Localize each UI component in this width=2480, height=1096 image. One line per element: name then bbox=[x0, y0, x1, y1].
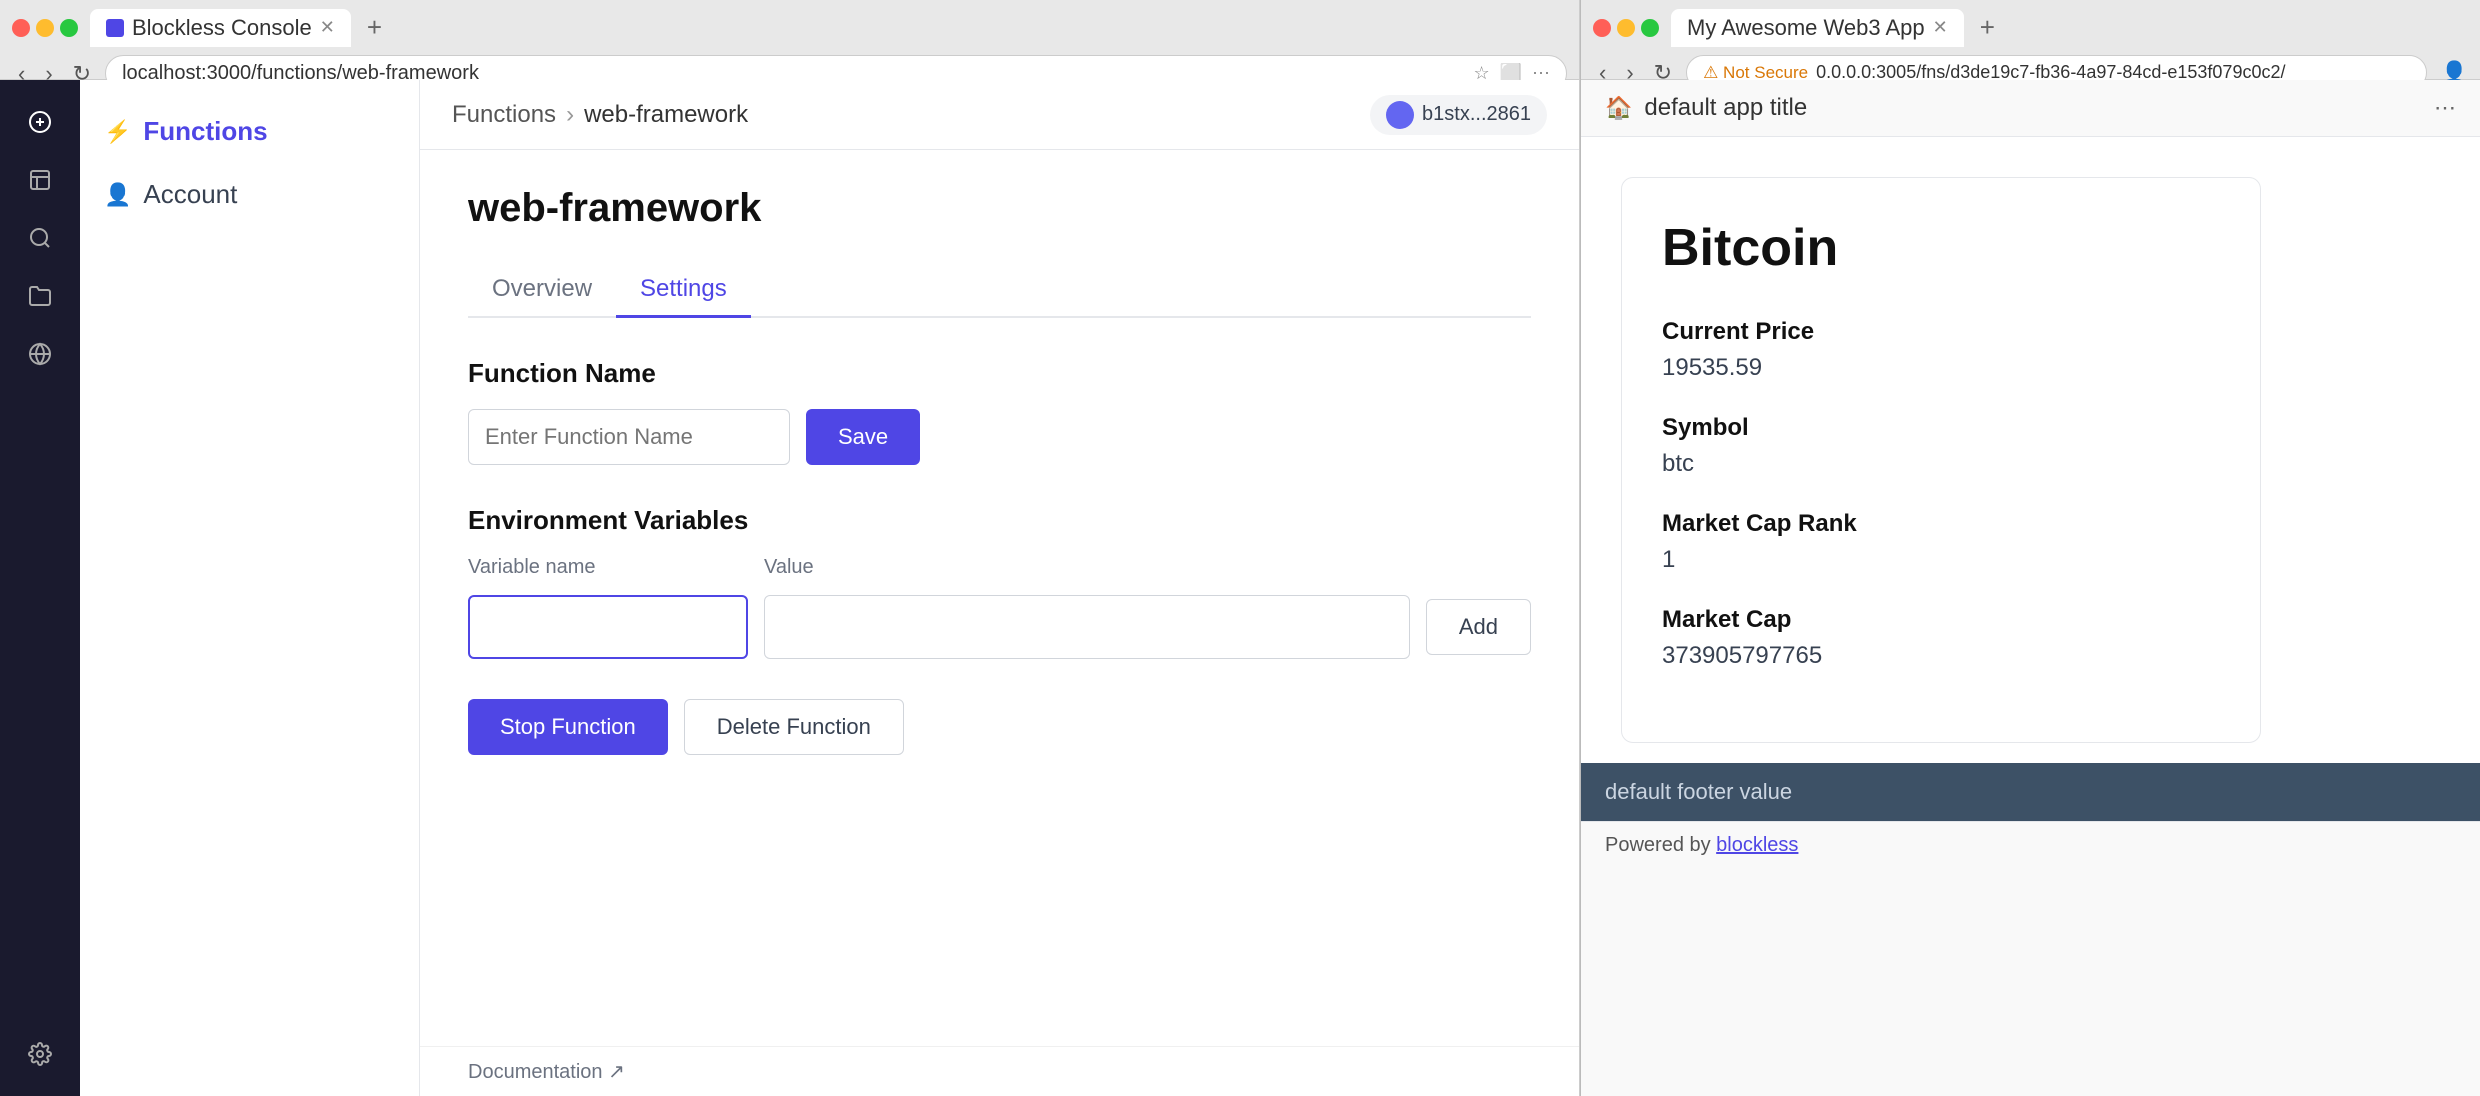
browser-chrome: Blockless Console ✕ + ‹ › ↻ localhost:30… bbox=[0, 0, 1579, 80]
right-footer-bottom bbox=[1581, 869, 2480, 1096]
sidebar-icon-search[interactable] bbox=[14, 212, 66, 264]
function-name-title: Function Name bbox=[468, 358, 1531, 389]
right-footer-main: default footer value bbox=[1581, 763, 2480, 821]
blockless-link[interactable]: blockless bbox=[1716, 834, 1798, 856]
top-bar: Functions › web-framework b1stx...2861 bbox=[420, 80, 1579, 150]
minimize-traffic-light[interactable] bbox=[36, 19, 54, 37]
variable-name-input[interactable] bbox=[468, 595, 748, 659]
right-browser-window: My Awesome Web3 App ✕ + ‹ › ↻ ⚠ Not Secu… bbox=[1580, 0, 2480, 1096]
avatar bbox=[1386, 101, 1414, 129]
market-cap-value: 373905797765 bbox=[1662, 642, 2220, 670]
tab-title: Blockless Console bbox=[132, 15, 312, 41]
sidebar-icon-globe[interactable] bbox=[14, 328, 66, 380]
right-maximize-light[interactable] bbox=[1641, 19, 1659, 37]
account-icon: 👤 bbox=[104, 182, 131, 208]
breadcrumb-current: web-framework bbox=[584, 101, 748, 129]
action-buttons: Stop Function Delete Function bbox=[468, 699, 1531, 755]
home-icon[interactable]: 🏠 bbox=[1605, 95, 1632, 121]
tab-overview[interactable]: Overview bbox=[468, 263, 616, 318]
current-price-value: 19535.59 bbox=[1662, 354, 2220, 382]
close-traffic-light[interactable] bbox=[12, 19, 30, 37]
add-button[interactable]: Add bbox=[1426, 599, 1531, 655]
sidebar-account-label: Account bbox=[143, 179, 237, 210]
functions-icon: ⚡ bbox=[104, 119, 131, 145]
page-content: web-framework Overview Settings Function… bbox=[420, 150, 1579, 1046]
page-title: web-framework bbox=[468, 186, 1531, 231]
right-tab-title: My Awesome Web3 App bbox=[1687, 15, 1925, 41]
breadcrumb: Functions › web-framework bbox=[452, 101, 748, 129]
footer-main-text: default footer value bbox=[1605, 779, 2456, 805]
right-navbar: 🏠 default app title ⋯ bbox=[1581, 80, 2480, 137]
stop-function-button[interactable]: Stop Function bbox=[468, 699, 668, 755]
right-minimize-light[interactable] bbox=[1617, 19, 1635, 37]
new-tab-button[interactable]: + bbox=[359, 8, 390, 47]
sidebar-functions-label: Functions bbox=[143, 116, 267, 147]
user-name: b1stx...2861 bbox=[1422, 103, 1531, 126]
function-name-input[interactable] bbox=[468, 409, 790, 465]
user-badge[interactable]: b1stx...2861 bbox=[1370, 95, 1547, 135]
sidebar-item-account[interactable]: 👤 Account bbox=[80, 163, 419, 226]
right-new-tab-button[interactable]: + bbox=[1972, 8, 2003, 47]
right-settings-icon[interactable]: ⋯ bbox=[2434, 95, 2456, 121]
powered-text: Powered by blockless bbox=[1605, 834, 1798, 856]
sidebar-item-functions[interactable]: ⚡ Functions bbox=[80, 100, 419, 163]
left-browser-window: Blockless Console ✕ + ‹ › ↻ localhost:30… bbox=[0, 0, 1580, 1096]
right-close-light[interactable] bbox=[1593, 19, 1611, 37]
save-button[interactable]: Save bbox=[806, 409, 920, 465]
current-price-field: Current Price 19535.59 bbox=[1662, 318, 2220, 382]
crypto-title: Bitcoin bbox=[1662, 218, 2220, 278]
maximize-traffic-light[interactable] bbox=[60, 19, 78, 37]
right-footer-powered: Powered by blockless bbox=[1581, 821, 2480, 869]
sidebar-icon-home[interactable] bbox=[14, 96, 66, 148]
sidebar-icon-analytics[interactable] bbox=[14, 154, 66, 206]
tab-settings[interactable]: Settings bbox=[616, 263, 751, 318]
market-cap-rank-label: Market Cap Rank bbox=[1662, 510, 2220, 538]
right-tab-close-button[interactable]: ✕ bbox=[1933, 17, 1948, 38]
icon-sidebar bbox=[0, 80, 80, 1096]
delete-function-button[interactable]: Delete Function bbox=[684, 699, 904, 755]
tabs: Overview Settings bbox=[468, 263, 1531, 318]
right-browser-chrome: My Awesome Web3 App ✕ + ‹ › ↻ ⚠ Not Secu… bbox=[1581, 0, 2480, 80]
right-main: Bitcoin Current Price 19535.59 Symbol bt… bbox=[1581, 137, 2480, 763]
symbol-value: btc bbox=[1662, 450, 2220, 478]
right-content: 🏠 default app title ⋯ Bitcoin Current Pr… bbox=[1581, 80, 2480, 1096]
current-price-label: Current Price bbox=[1662, 318, 2220, 346]
browser-tab[interactable]: Blockless Console ✕ bbox=[90, 9, 351, 47]
variable-value-input[interactable] bbox=[764, 595, 1410, 659]
main-content: Functions › web-framework b1stx...2861 w… bbox=[420, 80, 1579, 1096]
right-browser-tab[interactable]: My Awesome Web3 App ✕ bbox=[1671, 9, 1964, 47]
traffic-lights bbox=[12, 19, 78, 37]
symbol-field: Symbol btc bbox=[1662, 414, 2220, 478]
tab-close-button[interactable]: ✕ bbox=[320, 17, 335, 38]
symbol-label: Symbol bbox=[1662, 414, 2220, 442]
documentation-link[interactable]: Documentation ↗ bbox=[468, 1061, 625, 1083]
value-label: Value bbox=[764, 556, 1531, 579]
app-layout: ⚡ Functions 👤 Account Functions › web-fr… bbox=[0, 80, 1579, 1096]
breadcrumb-parent[interactable]: Functions bbox=[452, 101, 556, 129]
env-vars-title: Environment Variables bbox=[468, 505, 1531, 536]
right-traffic-lights bbox=[1593, 19, 1659, 37]
env-vars-section: Environment Variables Variable name Valu… bbox=[468, 505, 1531, 659]
breadcrumb-separator: › bbox=[566, 101, 574, 129]
var-name-label: Variable name bbox=[468, 556, 748, 579]
nav-sidebar: ⚡ Functions 👤 Account bbox=[80, 80, 420, 1096]
tab-favicon bbox=[106, 19, 124, 37]
sidebar-icon-files[interactable] bbox=[14, 270, 66, 322]
function-name-section: Function Name Save bbox=[468, 358, 1531, 465]
market-cap-field: Market Cap 373905797765 bbox=[1662, 606, 2220, 670]
market-cap-label: Market Cap bbox=[1662, 606, 2220, 634]
sidebar-icon-settings[interactable] bbox=[14, 1028, 66, 1080]
crypto-card: Bitcoin Current Price 19535.59 Symbol bt… bbox=[1621, 177, 2261, 743]
market-cap-rank-value: 1 bbox=[1662, 546, 2220, 574]
right-nav-title: default app title bbox=[1644, 94, 1807, 122]
market-cap-rank-field: Market Cap Rank 1 bbox=[1662, 510, 2220, 574]
